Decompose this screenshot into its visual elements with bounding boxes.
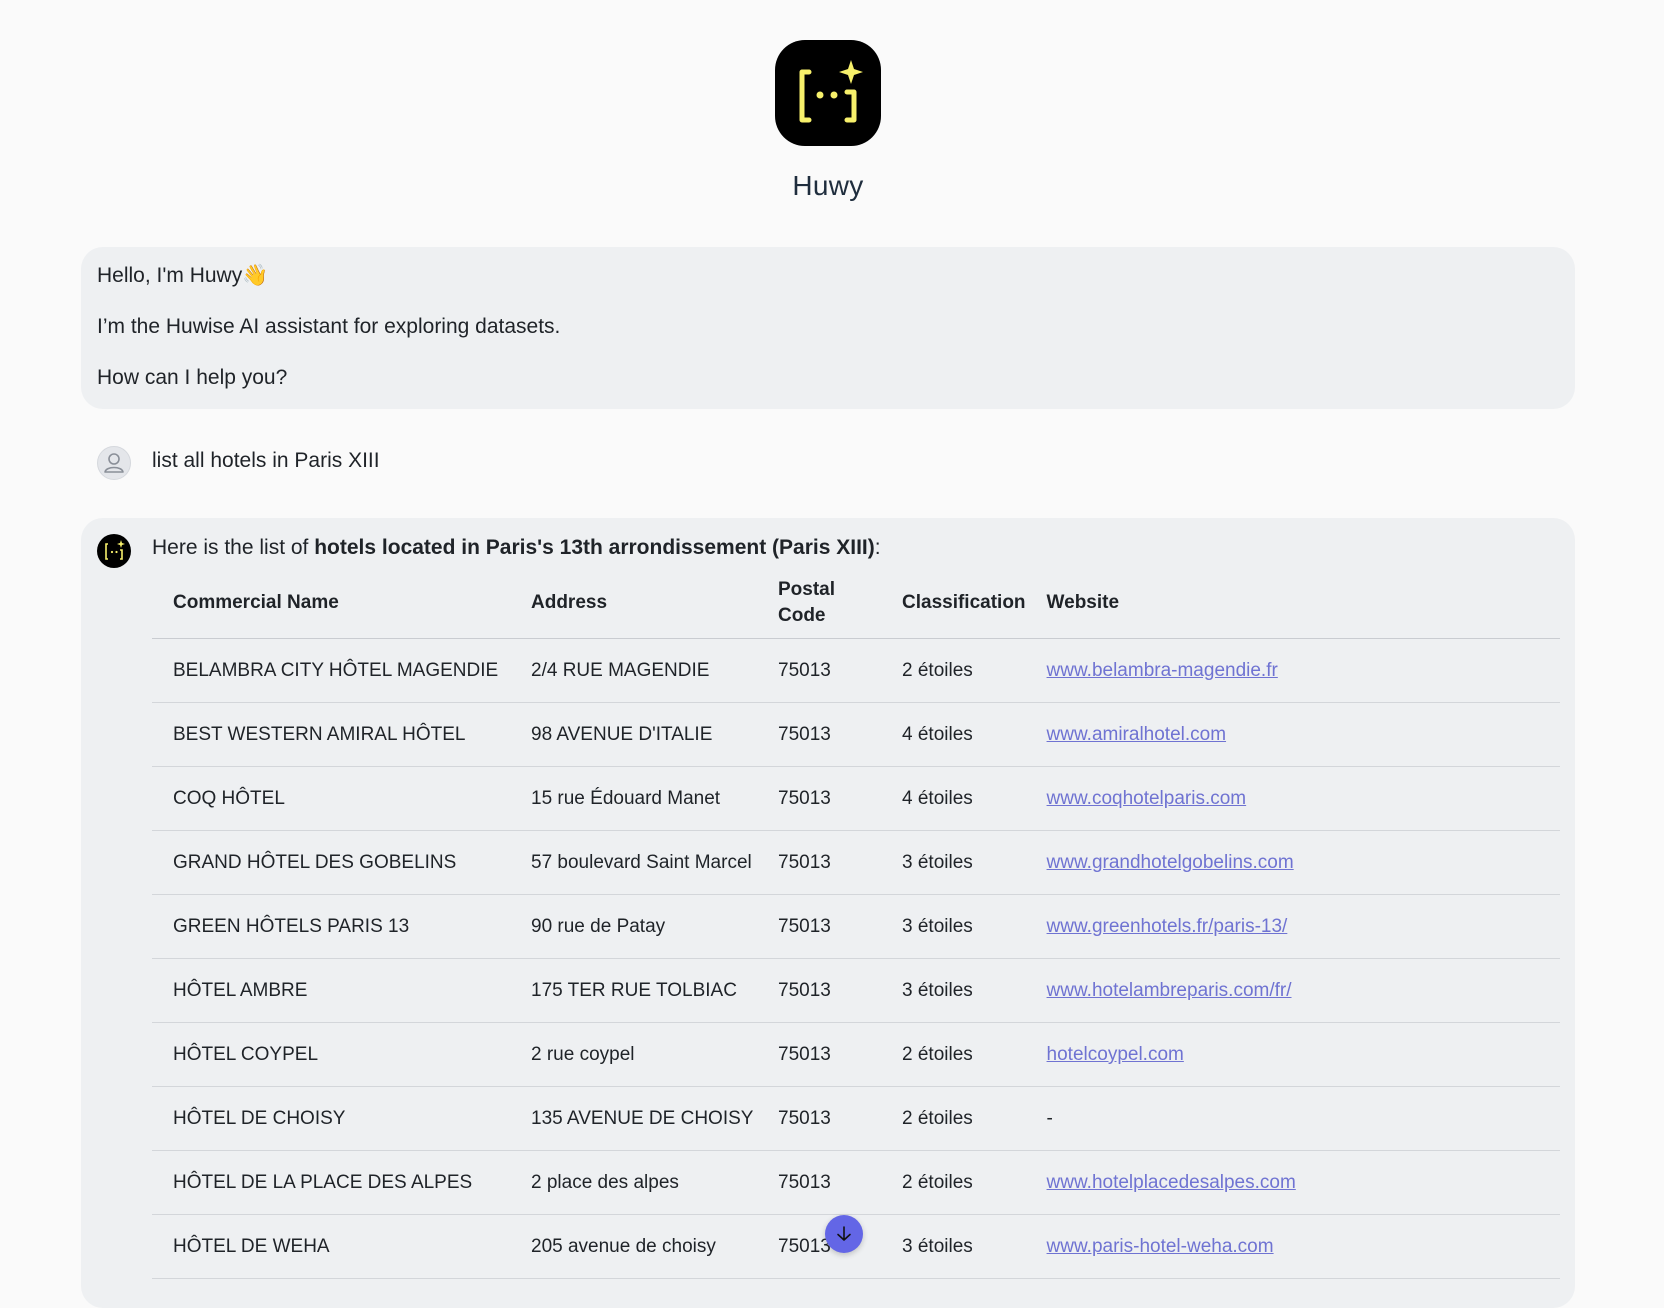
hotel-name-cell: COQ HÔTEL xyxy=(152,766,510,831)
hotel-website-link[interactable]: www.greenhotels.fr/paris-13/ xyxy=(1047,916,1288,937)
hotel-classification-cell: 4 étoiles xyxy=(881,702,1026,767)
hotel-postal-code-cell: 75013 xyxy=(757,1214,881,1279)
hotel-name-cell: HÔTEL DE CHOISY xyxy=(152,1086,510,1151)
hotel-website-cell: hotelcoypel.com xyxy=(1025,1022,1560,1087)
hotel-address-cell: 135 AVENUE DE CHOISY xyxy=(510,1086,757,1151)
welcome-message: Hello, I'm Huwy👋 I’m the Huwise AI assis… xyxy=(81,247,1575,409)
table-row: BELAMBRA CITY HÔTEL MAGENDIE 2/4 RUE MAGE… xyxy=(152,638,1560,703)
hotel-website-link[interactable]: www.hotelplacedesalpes.com xyxy=(1047,1172,1296,1193)
hotel-postal-code-cell: 75013 xyxy=(757,766,881,831)
welcome-question: How can I help you? xyxy=(97,366,288,389)
hotel-name-cell: HÔTEL COYPEL xyxy=(152,1022,510,1087)
hotel-address-cell: 98 AVENUE D'ITALIE xyxy=(510,702,757,767)
hotel-address-cell: 175 TER RUE TOLBIAC xyxy=(510,958,757,1023)
hotel-name-cell: GREEN HÔTELS PARIS 13 xyxy=(152,894,510,959)
arrow-down-icon xyxy=(837,1226,851,1241)
hotel-website-cell: www.coqhotelparis.com xyxy=(1025,766,1560,831)
huwy-avatar-icon xyxy=(97,534,131,568)
hotel-address-cell: 2/4 RUE MAGENDIE xyxy=(510,638,757,703)
hotel-address-cell: 15 rue Édouard Manet xyxy=(510,766,757,831)
hotel-website-link[interactable]: www.grandhotelgobelins.com xyxy=(1047,852,1294,873)
hotel-classification-cell: 2 étoiles xyxy=(881,1150,1026,1215)
hotel-website-cell: www.hotelambreparis.com/fr/ xyxy=(1025,958,1560,1023)
hotel-name-cell: HÔTEL DE WEHA xyxy=(152,1214,510,1279)
assistant-name: Huwy xyxy=(792,170,864,201)
welcome-description: I’m the Huwise AI assistant for explorin… xyxy=(97,315,561,338)
hotel-website-link[interactable]: www.belambra-magendie.fr xyxy=(1047,660,1278,681)
hotel-address-cell: 2 rue coypel xyxy=(510,1022,757,1087)
hotel-postal-code-cell: 75013 xyxy=(757,958,881,1023)
hotel-classification-cell: 3 étoiles xyxy=(881,830,1026,895)
hotel-website-cell: www.belambra-magendie.fr xyxy=(1025,638,1560,703)
answer-intro-bold: hotels located in Paris's 13th arrondiss… xyxy=(314,536,875,559)
table-row: GREEN HÔTELS PARIS 13 90 rue de Patay 7501… xyxy=(152,894,1560,959)
header-classification: Classification xyxy=(881,568,1026,639)
hotel-website-link[interactable]: www.paris-hotel-weha.com xyxy=(1047,1236,1274,1257)
header-website: Website xyxy=(1025,568,1560,639)
hotel-address-cell: 2 place des alpes xyxy=(510,1150,757,1215)
hotel-website-cell: www.amiralhotel.com xyxy=(1025,702,1560,767)
header-postal-code: Postal Code xyxy=(757,568,881,639)
user-message-text: list all hotels in Paris XIII xyxy=(152,449,380,472)
assistant-answer: Here is the list of hotels located in Pa… xyxy=(81,518,1575,1308)
hotels-table: Commercial Name Address Postal Code Clas… xyxy=(152,568,1560,1279)
header-address: Address xyxy=(510,568,757,639)
hotel-name-cell: GRAND HÔTEL DES GOBELINS xyxy=(152,830,510,895)
hotel-postal-code-cell: 75013 xyxy=(757,1022,881,1087)
table-row: HÔTEL AMBRE 175 TER RUE TOLBIAC 75013 3 éto… xyxy=(152,958,1560,1023)
table-row: BEST WESTERN AMIRAL HÔTEL 98 AVENUE D'ITA… xyxy=(152,702,1560,767)
hotel-classification-cell: 3 étoiles xyxy=(881,1214,1026,1279)
user-icon xyxy=(97,446,131,480)
hotel-name-cell: HÔTEL DE LA PLACE DES ALPES xyxy=(152,1150,510,1215)
hotel-classification-cell: 2 étoiles xyxy=(881,638,1026,703)
hotel-postal-code-cell: 75013 xyxy=(757,894,881,959)
hotel-website-link[interactable]: www.amiralhotel.com xyxy=(1047,724,1227,745)
hotel-website-link[interactable]: www.coqhotelparis.com xyxy=(1047,788,1247,809)
answer-intro-suffix: : xyxy=(874,536,881,559)
hotel-name-cell: BELAMBRA CITY HÔTEL MAGENDIE xyxy=(152,638,510,703)
hotel-website-cell: www.paris-hotel-weha.com xyxy=(1025,1214,1560,1279)
table-row: GRAND HÔTEL DES GOBELINS 57 boulevard Sai… xyxy=(152,830,1560,895)
hotel-classification-cell: 2 étoiles xyxy=(881,1086,1026,1151)
table-row: HÔTEL DE LA PLACE DES ALPES 2 place des a… xyxy=(152,1150,1560,1215)
hotel-name-cell: HÔTEL AMBRE xyxy=(152,958,510,1023)
hotel-classification-cell: 3 étoiles xyxy=(881,958,1026,1023)
table-row: COQ HÔTEL 15 rue Édouard Manet 75013 4 étoi… xyxy=(152,766,1560,831)
table-row: HÔTEL DE CHOISY 135 AVENUE DE CHOISY 75013… xyxy=(152,1086,1560,1151)
answer-intro: Here is the list of hotels located in Pa… xyxy=(152,536,881,560)
hotel-website-cell: www.greenhotels.fr/paris-13/ xyxy=(1025,894,1560,959)
hotel-postal-code-cell: 75013 xyxy=(757,830,881,895)
hotel-address-cell: 90 rue de Patay xyxy=(510,894,757,959)
scroll-down-button[interactable] xyxy=(825,1215,863,1253)
hotel-classification-cell: 3 étoiles xyxy=(881,894,1026,959)
hotel-classification-cell: 4 étoiles xyxy=(881,766,1026,831)
hotel-website-cell: - xyxy=(1025,1086,1560,1151)
hotel-postal-code-cell: 75013 xyxy=(757,1150,881,1215)
table-header-row: Commercial Name Address Postal Code Clas… xyxy=(152,568,1560,639)
hotel-website-link[interactable]: www.hotelambreparis.com/fr/ xyxy=(1047,980,1292,1001)
hotel-address-cell: 57 boulevard Saint Marcel xyxy=(510,830,757,895)
huwy-logo-icon xyxy=(775,40,881,146)
hotel-classification-cell: 2 étoiles xyxy=(881,1022,1026,1087)
table-row: HÔTEL COYPEL 2 rue coypel 75013 2 étoiles ho… xyxy=(152,1022,1560,1087)
answer-intro-text: Here is the list of xyxy=(152,536,315,559)
hotel-website-cell: www.grandhotelgobelins.com xyxy=(1025,830,1560,895)
hotel-postal-code-cell: 75013 xyxy=(757,702,881,767)
hotel-name-cell: BEST WESTERN AMIRAL HÔTEL xyxy=(152,702,510,767)
hotel-postal-code-cell: 75013 xyxy=(757,638,881,703)
welcome-greeting: Hello, I'm Huwy👋 xyxy=(97,264,269,287)
hotel-website-cell: www.hotelplacedesalpes.com xyxy=(1025,1150,1560,1215)
hotel-address-cell: 205 avenue de choisy xyxy=(510,1214,757,1279)
hotel-postal-code-cell: 75013 xyxy=(757,1086,881,1151)
hotel-website-link[interactable]: hotelcoypel.com xyxy=(1047,1044,1184,1065)
header-commercial-name: Commercial Name xyxy=(152,568,510,639)
